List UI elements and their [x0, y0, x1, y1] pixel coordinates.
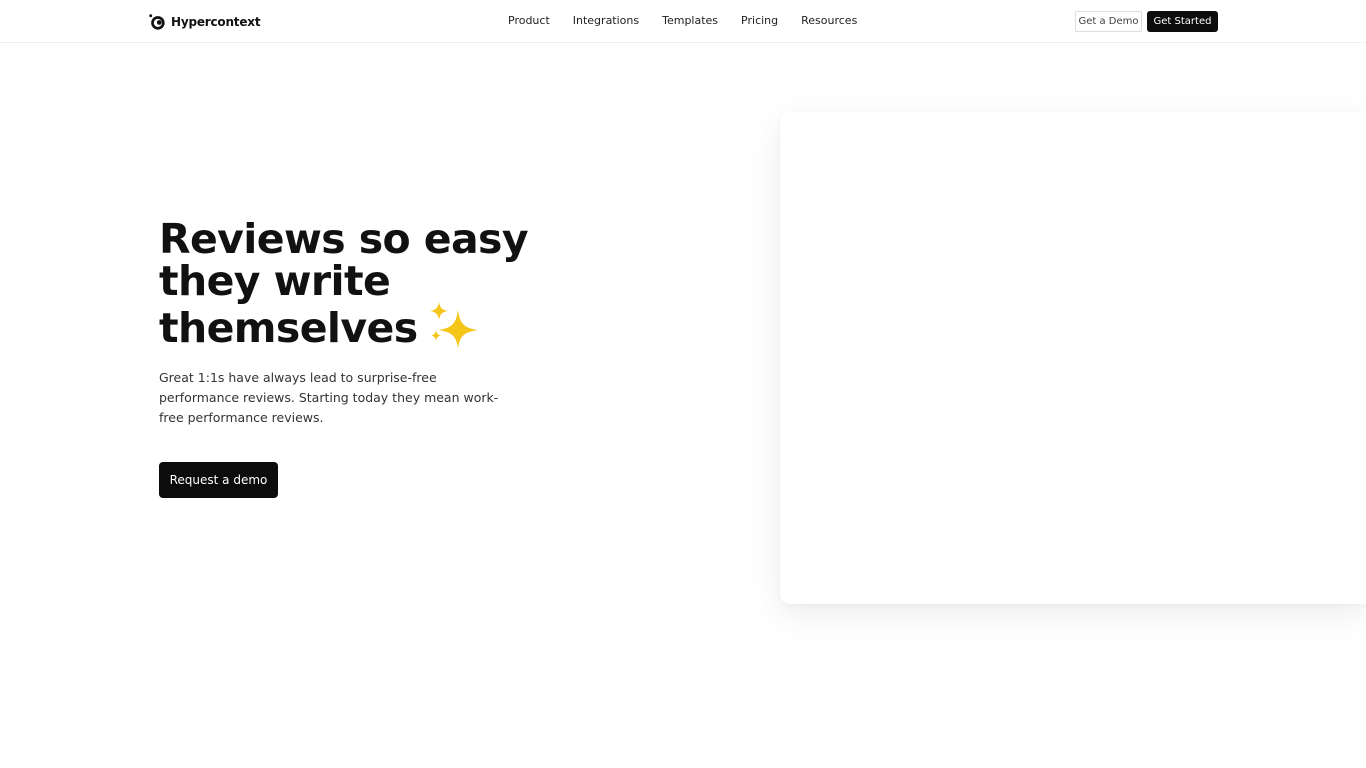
- top-navigation-bar: Hypercontext Product Integrations Templa…: [0, 0, 1366, 43]
- hero-title-line-3-wrap: themselves: [159, 302, 579, 349]
- product-preview-panel: [780, 112, 1366, 604]
- nav-item-templates[interactable]: Templates: [662, 14, 718, 28]
- hero-description: Great 1:1s have always lead to surprise-…: [159, 370, 499, 425]
- request-demo-button[interactable]: Request a demo: [159, 462, 278, 498]
- hero-title: Reviews so easy they write themselves: [159, 218, 579, 349]
- get-a-demo-button[interactable]: Get a Demo: [1075, 11, 1142, 32]
- nav-item-product[interactable]: Product: [508, 14, 550, 28]
- nav-item-pricing[interactable]: Pricing: [741, 14, 778, 28]
- hero-title-line-3: themselves: [159, 304, 418, 352]
- brand-logo[interactable]: Hypercontext: [148, 12, 261, 32]
- nav-item-resources[interactable]: Resources: [801, 14, 857, 28]
- brand-name: Hypercontext: [171, 15, 261, 29]
- hero-title-line-1: Reviews so easy: [159, 215, 529, 263]
- nav-item-integrations[interactable]: Integrations: [573, 14, 639, 28]
- main-nav: Product Integrations Templates Pricing R…: [508, 14, 880, 28]
- hypercontext-logo-icon: [149, 14, 165, 30]
- sparkles-icon: [429, 302, 478, 348]
- hero-title-line-2: they write: [159, 257, 391, 305]
- get-started-button[interactable]: Get Started: [1147, 11, 1218, 32]
